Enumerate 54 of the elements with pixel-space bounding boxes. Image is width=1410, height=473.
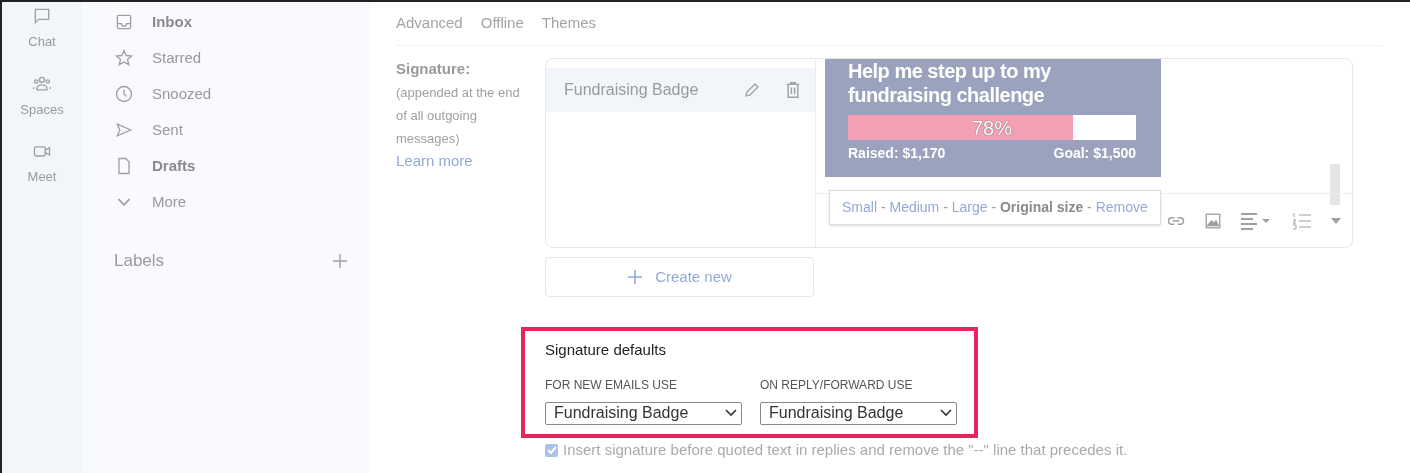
- size-option-link[interactable]: Original size: [1000, 199, 1084, 215]
- signature-label: Signature:: [396, 59, 472, 79]
- clock-icon: [114, 84, 134, 104]
- default-label: FOR NEW EMAILS USE: [545, 376, 679, 394]
- separator-dash: -: [1086, 199, 1093, 215]
- numbered-list-icon[interactable]: [1292, 211, 1312, 230]
- star-icon: [114, 48, 134, 68]
- separator-dash: -: [990, 199, 998, 215]
- labels-heading: Labels: [114, 250, 165, 272]
- signature-name: Fundraising Badge: [564, 80, 700, 100]
- signature-note: (appended at the end of all outgoing messages): [396, 83, 521, 148]
- rail-button[interactable]: Spaces: [20, 73, 64, 119]
- defaults-heading: Signature defaults: [545, 340, 667, 360]
- add-icon[interactable]: [332, 252, 348, 269]
- nav-item[interactable]: Drafts: [114, 148, 370, 184]
- settings-tab[interactable]: Offline: [480, 12, 524, 35]
- chevron-down-icon: [725, 409, 737, 417]
- settings-tab[interactable]: Advanced: [396, 12, 463, 35]
- nav-item[interactable]: Snoozed: [114, 76, 370, 112]
- nav-item[interactable]: Starred: [114, 40, 370, 76]
- size-option-link[interactable]: Remove: [1095, 199, 1148, 215]
- create-new-button[interactable]: Create new: [545, 257, 814, 297]
- separator-dash: -: [879, 199, 887, 215]
- checkbox-label: Insert signature before quoted text in replies and remove the "--" line that precedes it.: [563, 440, 1128, 460]
- plus-icon: [627, 269, 644, 285]
- nav-item[interactable]: Sent: [114, 112, 370, 148]
- nav-item[interactable]: Inbox: [114, 4, 370, 40]
- settings-tab[interactable]: Themes: [541, 12, 596, 35]
- rail-button[interactable]: Chat: [28, 6, 56, 52]
- nav-item[interactable]: More: [114, 184, 370, 220]
- size-option-link[interactable]: Small: [842, 199, 877, 215]
- progress-percent: 78%: [972, 115, 1012, 141]
- check-icon: [546, 445, 557, 456]
- rail-button[interactable]: Meet: [27, 141, 57, 187]
- badge-heading: Help me step up to my fundraising challenge: [848, 59, 1052, 107]
- default-label: ON REPLY/FORWARD USE: [760, 376, 914, 394]
- trash-icon[interactable]: [785, 81, 801, 99]
- caret-icon[interactable]: [1330, 216, 1342, 225]
- chat-bubble-icon: [32, 6, 52, 26]
- signature-select[interactable]: Fundraising Badge: [760, 401, 957, 425]
- inbox-icon: [114, 12, 134, 32]
- send-icon: [114, 120, 134, 140]
- size-option-link[interactable]: Medium: [889, 199, 940, 215]
- signature-select[interactable]: Fundraising Badge: [545, 401, 742, 425]
- image-icon[interactable]: [1204, 211, 1222, 230]
- separator-dash: -: [942, 199, 949, 215]
- chevron-down-icon: [940, 409, 952, 417]
- goal-amount: Goal: $1,500: [1053, 144, 1136, 163]
- learn-more-link[interactable]: Learn more: [396, 149, 545, 172]
- checkbox[interactable]: [545, 443, 558, 457]
- pencil-icon[interactable]: [743, 81, 761, 99]
- signature-item[interactable]: Fundraising Badge: [546, 68, 815, 112]
- size-option-link[interactable]: Large: [951, 199, 988, 215]
- raised-amount: Raised: $1,170: [848, 144, 946, 163]
